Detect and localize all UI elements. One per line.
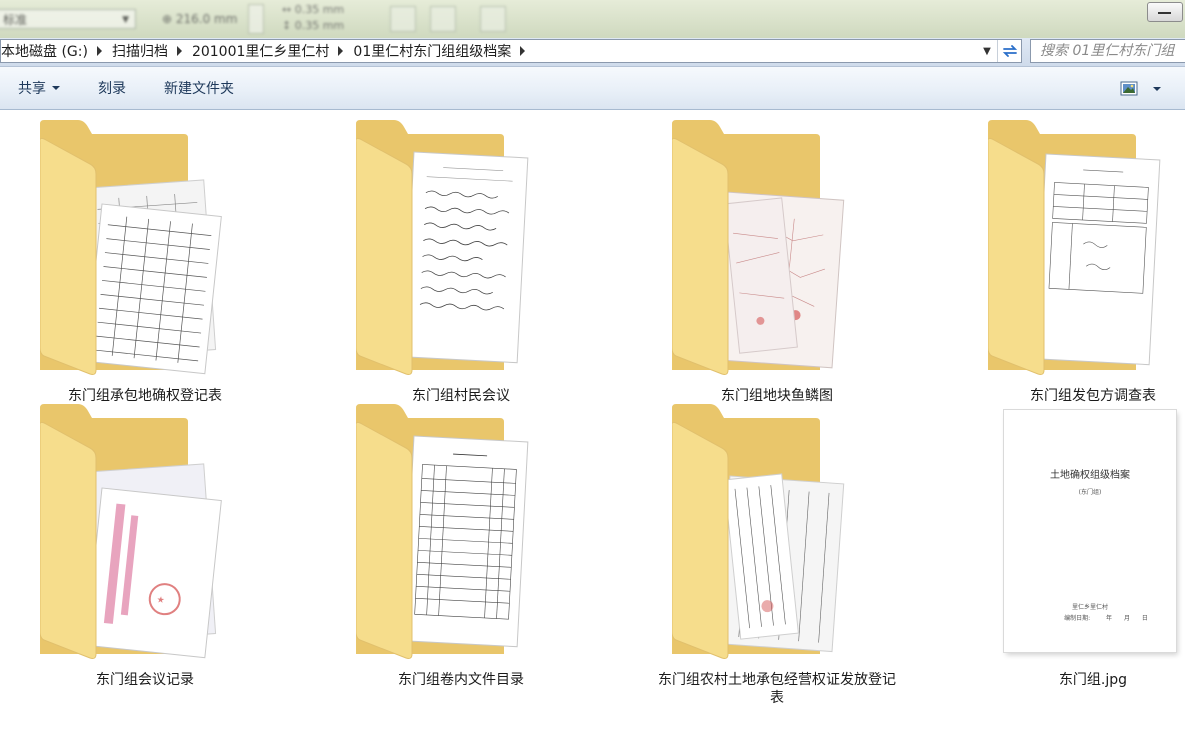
- style-combo[interactable]: 标准 ▼: [0, 9, 136, 29]
- ribbon-tool-button[interactable]: [390, 6, 416, 32]
- file-name: 东门组地块鱼鳞图: [721, 388, 833, 404]
- minimize-button[interactable]: [1147, 2, 1183, 22]
- breadcrumb-village[interactable]: 201001里仁乡里仁村: [192, 41, 353, 61]
- breadcrumb-label: 01里仁村东门组组级档案: [353, 44, 512, 60]
- folder-icon: [356, 404, 529, 659]
- file-name: 东门组村民会议: [412, 388, 510, 404]
- ribbon-add-button[interactable]: [480, 6, 506, 32]
- burn-button[interactable]: 刻录: [98, 67, 126, 109]
- folder-icon: ★: [40, 404, 222, 659]
- refresh-icon: [1002, 45, 1018, 57]
- offset-field-1[interactable]: ↔ 0.35 mm: [282, 3, 344, 16]
- address-row: 本地磁盘 (G:) 扫描归档 201001里仁乡里仁村 01里仁村东门组组级档案…: [0, 38, 1185, 67]
- address-bar[interactable]: 本地磁盘 (G:) 扫描归档 201001里仁乡里仁村 01里仁村东门组组级档案…: [0, 39, 1022, 63]
- ribbon-strip: 标准 ▼ ⊕ 216.0 mm ↔ 0.35 mm ↕ 0.35 mm: [0, 0, 1185, 38]
- breadcrumb-drive[interactable]: 本地磁盘 (G:): [1, 41, 112, 61]
- file-list: 东门组承包地确权登记表 东门组村民会议 东门组地块鱼鳞图 东门组发包方调查表 ★…: [0, 110, 1185, 732]
- chevron-down-icon: [52, 86, 60, 90]
- view-icon: [1120, 81, 1138, 96]
- cover-title: 土地确权组级档案: [1050, 470, 1130, 481]
- cover-footer-month: 月: [1123, 615, 1130, 622]
- file-name: 东门组.jpg: [1058, 672, 1128, 688]
- cover-footer-day: 日: [1141, 615, 1148, 622]
- file-name: 东门组会议记录: [96, 672, 194, 688]
- cover-footer-org: 里仁乡里仁村: [1071, 604, 1108, 611]
- cover-footer-date-label: 编制日期:: [1064, 615, 1091, 622]
- ribbon-zoom-button[interactable]: [430, 6, 456, 32]
- cover-footer-date: 编制日期: 年 月 日: [1046, 613, 1166, 622]
- breadcrumb-arrow-icon[interactable]: [520, 46, 526, 56]
- breadcrumb-arrow-icon[interactable]: [96, 46, 102, 56]
- chevron-down-icon: ▼: [983, 45, 991, 57]
- share-label: 共享: [18, 81, 46, 97]
- offset-field-2[interactable]: ↕ 0.35 mm: [282, 19, 344, 32]
- change-view-button[interactable]: [1120, 81, 1140, 97]
- cover-subtitle: (东门组): [1078, 489, 1102, 496]
- folder-icon: [672, 404, 845, 659]
- breadcrumb-label: 本地磁盘 (G:): [1, 44, 88, 60]
- svg-text:★: ★: [156, 595, 165, 606]
- size-field-value: 216.0 mm: [175, 12, 238, 26]
- file-name: 东门组承包地确权登记表: [68, 388, 222, 404]
- folder-icon: [356, 120, 529, 375]
- share-menu-button[interactable]: 共享: [18, 67, 60, 109]
- new-folder-button[interactable]: 新建文件夹: [164, 67, 234, 109]
- chevron-down-icon: ▼: [122, 15, 129, 25]
- size-spinner[interactable]: [248, 4, 264, 34]
- view-options-dropdown[interactable]: [1153, 87, 1161, 91]
- breadcrumb-current[interactable]: 01里仁村东门组组级档案: [353, 41, 535, 61]
- file-name: 东门组卷内文件目录: [398, 672, 524, 688]
- offset-1-value: 0.35 mm: [294, 3, 345, 16]
- cover-footer-year: 年: [1106, 615, 1113, 622]
- image-thumbnail: 土地确权组级档案 (东门组) 里仁乡里仁村 编制日期: 年 月 日: [1004, 410, 1176, 652]
- address-history-dropdown[interactable]: ▼: [979, 40, 995, 62]
- file-name: 东门组发包方调查表: [1030, 388, 1156, 404]
- breadcrumb-label: 201001里仁乡里仁村: [191, 44, 330, 60]
- breadcrumb-arrow-icon[interactable]: [338, 46, 344, 56]
- offset-2-value: 0.35 mm: [294, 19, 345, 32]
- file-name: 东门组农村土地承包经营权证发放登记表: [658, 672, 896, 706]
- folder-icon: [988, 120, 1161, 375]
- folder-icon: [672, 120, 845, 375]
- command-bar: 共享 刻录 新建文件夹: [0, 67, 1185, 110]
- refresh-button[interactable]: [997, 40, 1022, 62]
- breadcrumb-scan-archive[interactable]: 扫描归档: [112, 41, 192, 61]
- breadcrumb-label: 扫描归档: [111, 44, 168, 60]
- style-combo-value: 标准: [3, 13, 28, 27]
- search-input[interactable]: 搜索 01里仁村东门组: [1030, 39, 1185, 63]
- breadcrumb-arrow-icon[interactable]: [176, 46, 182, 56]
- folder-icon: [40, 120, 222, 375]
